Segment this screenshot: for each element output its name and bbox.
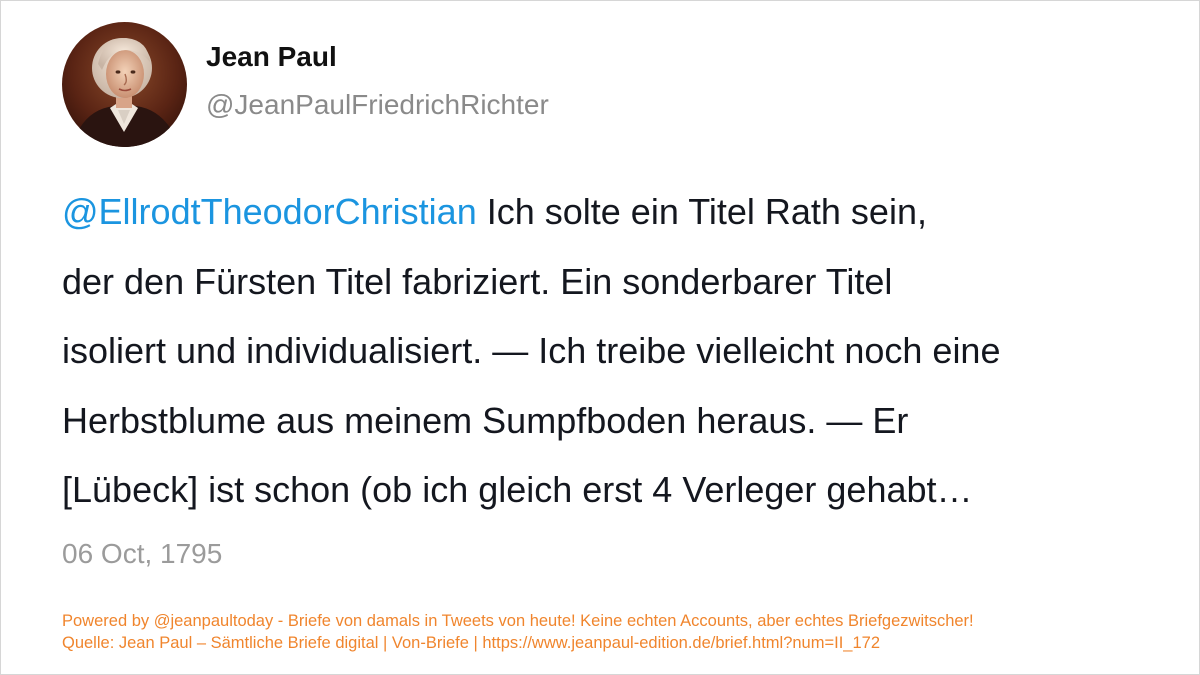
tweet-line-1: @EllrodtTheodorChristian Ich solte ein T… <box>62 177 1187 247</box>
avatar[interactable] <box>62 22 187 147</box>
tweet-text: @EllrodtTheodorChristian Ich solte ein T… <box>62 177 1187 525</box>
footer: Powered by @jeanpaultoday - Briefe von d… <box>62 610 974 654</box>
mention-link[interactable]: @EllrodtTheodorChristian <box>62 191 477 232</box>
author-name[interactable]: Jean Paul <box>206 41 337 73</box>
tweet-card: Jean Paul @JeanPaulFriedrichRichter @Ell… <box>0 0 1200 675</box>
tweet-text-line-4: Herbstblume aus meinem Sumpfboden heraus… <box>62 399 909 441</box>
tweet-text-line-2: der den Fürsten Titel fabriziert. Ein so… <box>62 260 893 302</box>
powered-by-text: Powered by @jeanpaultoday - Briefe von d… <box>62 612 974 630</box>
tweet-text-line-1: Ich solte ein Titel Rath sein, <box>476 191 927 232</box>
tweet-text-line-3: isoliert und individualisiert. — Ich tre… <box>62 330 1001 371</box>
source-text: Quelle: Jean Paul – Sämtliche Briefe dig… <box>62 634 880 652</box>
author-handle[interactable]: @JeanPaulFriedrichRichter <box>206 89 549 121</box>
tweet-date: 06 Oct, 1795 <box>62 538 223 569</box>
tweet-text-line-5: [Lübeck] ist schon (ob ich gleich erst 4… <box>62 469 973 510</box>
